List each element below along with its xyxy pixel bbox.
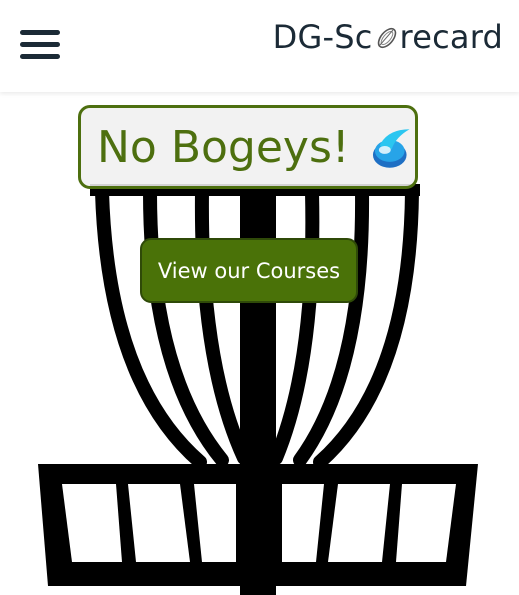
hamburger-menu-icon[interactable] xyxy=(18,26,62,62)
brand-link[interactable]: DG-Sc recard xyxy=(273,17,503,57)
brand-text-suffix: recard xyxy=(399,18,503,56)
view-courses-button[interactable]: View our Courses xyxy=(140,238,358,303)
disc-swoosh-icon xyxy=(372,129,410,168)
brand-text-prefix: DG-Sc xyxy=(272,18,373,56)
hero-title: No Bogeys! xyxy=(97,121,350,173)
hero-section: No Bogeys! View our Courses xyxy=(0,92,519,595)
disc-logo-icon xyxy=(377,27,396,49)
hero-title-box: No Bogeys! xyxy=(78,105,418,189)
navbar: DG-Sc recard xyxy=(0,0,519,92)
